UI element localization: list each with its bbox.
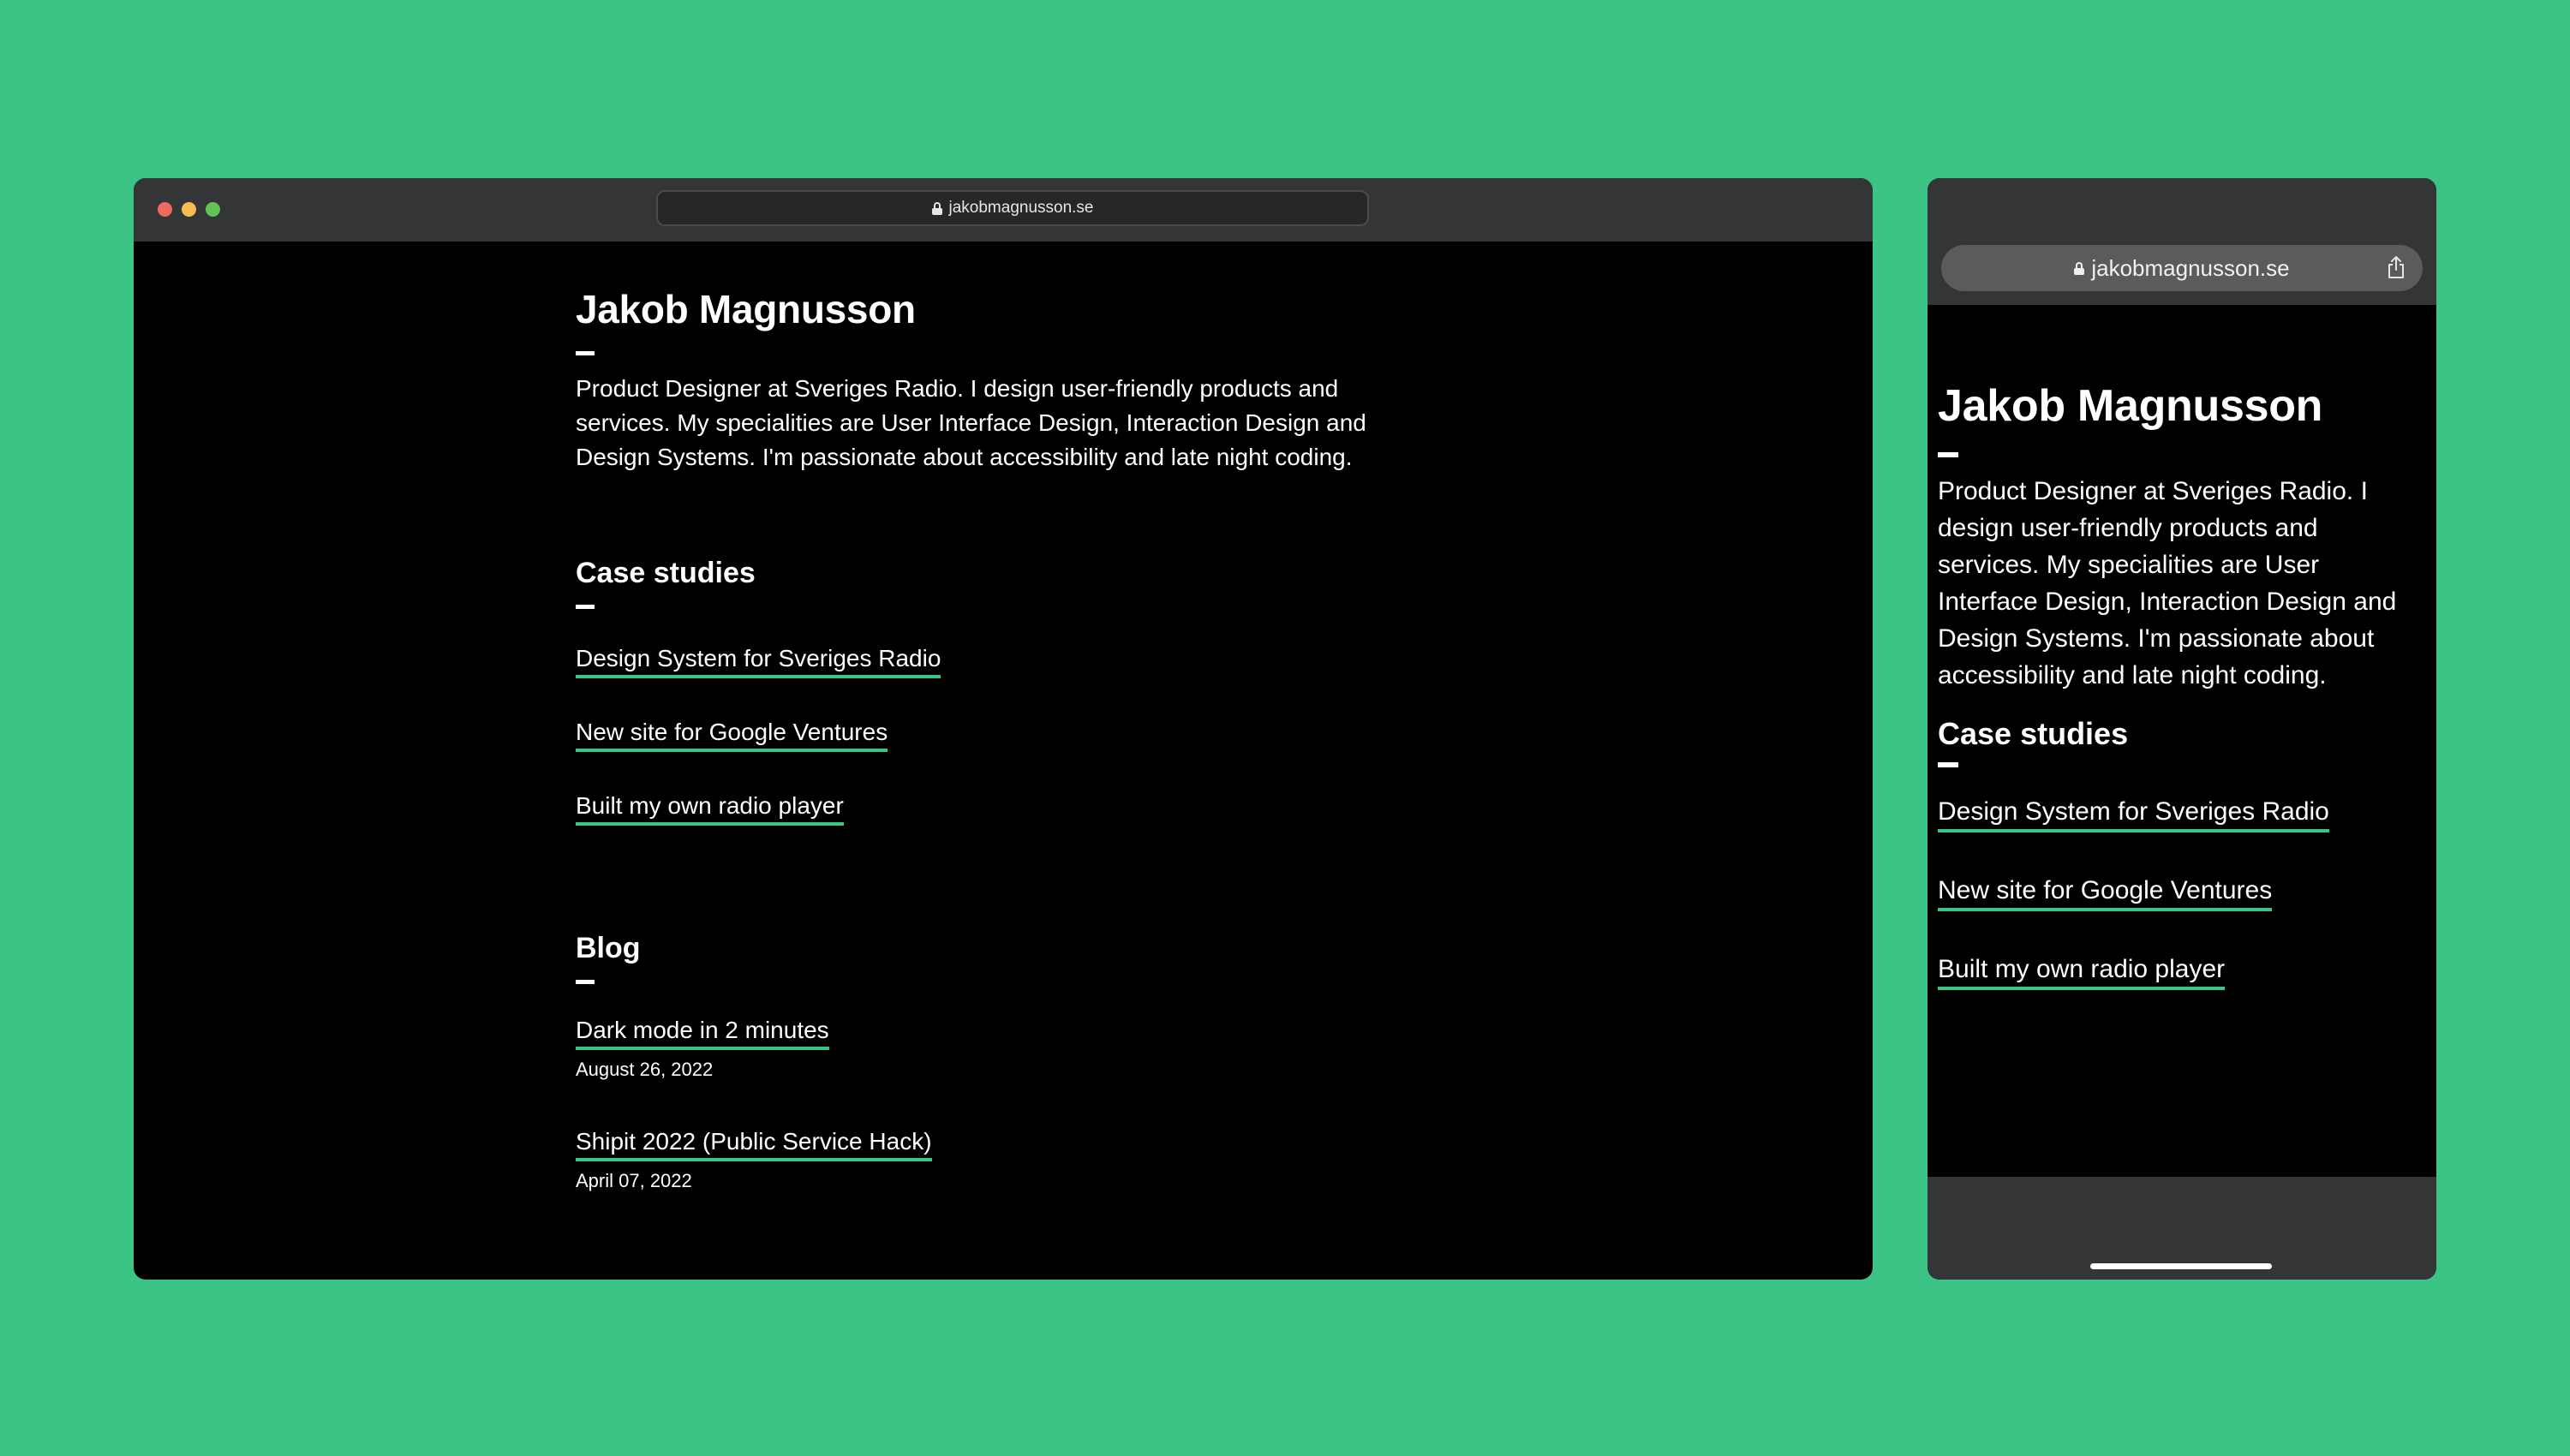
page-title: Jakob Magnusson <box>576 287 916 331</box>
mobile-case-study-link[interactable]: New site for Google Ventures <box>1938 875 2273 911</box>
browser-toolbar: jakobmagnusson.se <box>134 178 1873 242</box>
mobile-browser-window: jakobmagnusson.se Jakob Magnusson Produc… <box>1928 178 2436 1280</box>
blog-post-link[interactable]: Dark mode in 2 minutes <box>576 1016 829 1050</box>
case-studies-underline-bar <box>576 605 595 609</box>
case-studies-heading: Case studies <box>576 557 756 589</box>
address-bar-url: jakobmagnusson.se <box>948 199 1094 217</box>
mobile-title-underline-bar <box>1938 452 1958 457</box>
lock-icon <box>931 201 942 215</box>
home-indicator[interactable] <box>2090 1263 2272 1269</box>
case-study-link[interactable]: Design System for Sveriges Radio <box>576 644 941 678</box>
maximize-window-button[interactable] <box>206 202 220 217</box>
mobile-case-studies-heading: Case studies <box>1938 716 2129 751</box>
blog-heading: Blog <box>576 932 641 964</box>
share-icon[interactable] <box>2387 255 2406 279</box>
blog-post-date: April 07, 2022 <box>576 1170 692 1191</box>
title-underline-bar <box>576 351 595 355</box>
case-study-link[interactable]: New site for Google Ventures <box>576 718 888 752</box>
mobile-bio-text: Product Designer at Sveriges Radio. I de… <box>1938 477 2397 689</box>
mobile-case-studies-underline-bar <box>1938 762 1958 767</box>
mobile-bottom-bar <box>1928 1177 2436 1280</box>
blog-post-date: August 26, 2022 <box>576 1059 714 1080</box>
window-controls <box>158 202 220 217</box>
close-window-button[interactable] <box>158 202 172 217</box>
case-study-link[interactable]: Built my own radio player <box>576 791 844 826</box>
mobile-address-bar-url: jakobmagnusson.se <box>2091 254 2290 281</box>
bio-text: Product Designer at Sveriges Radio. I de… <box>576 375 1366 470</box>
mobile-page-title: Jakob Magnusson <box>1938 381 2323 431</box>
mobile-case-study-link[interactable]: Built my own radio player <box>1938 954 2226 990</box>
blog-post-link[interactable]: Shipit 2022 (Public Service Hack) <box>576 1127 932 1161</box>
address-bar[interactable]: jakobmagnusson.se <box>656 190 1369 226</box>
mobile-case-study-link[interactable]: Design System for Sveriges Radio <box>1938 797 2329 832</box>
lock-icon <box>2074 261 2085 275</box>
blog-underline-bar <box>576 980 595 984</box>
desktop-browser-window: jakobmagnusson.se Jakob Magnusson Produc… <box>134 178 1873 1280</box>
mobile-address-bar[interactable]: jakobmagnusson.se <box>1941 245 2423 291</box>
mobile-toolbar: jakobmagnusson.se <box>1928 178 2436 305</box>
minimize-window-button[interactable] <box>182 202 196 217</box>
